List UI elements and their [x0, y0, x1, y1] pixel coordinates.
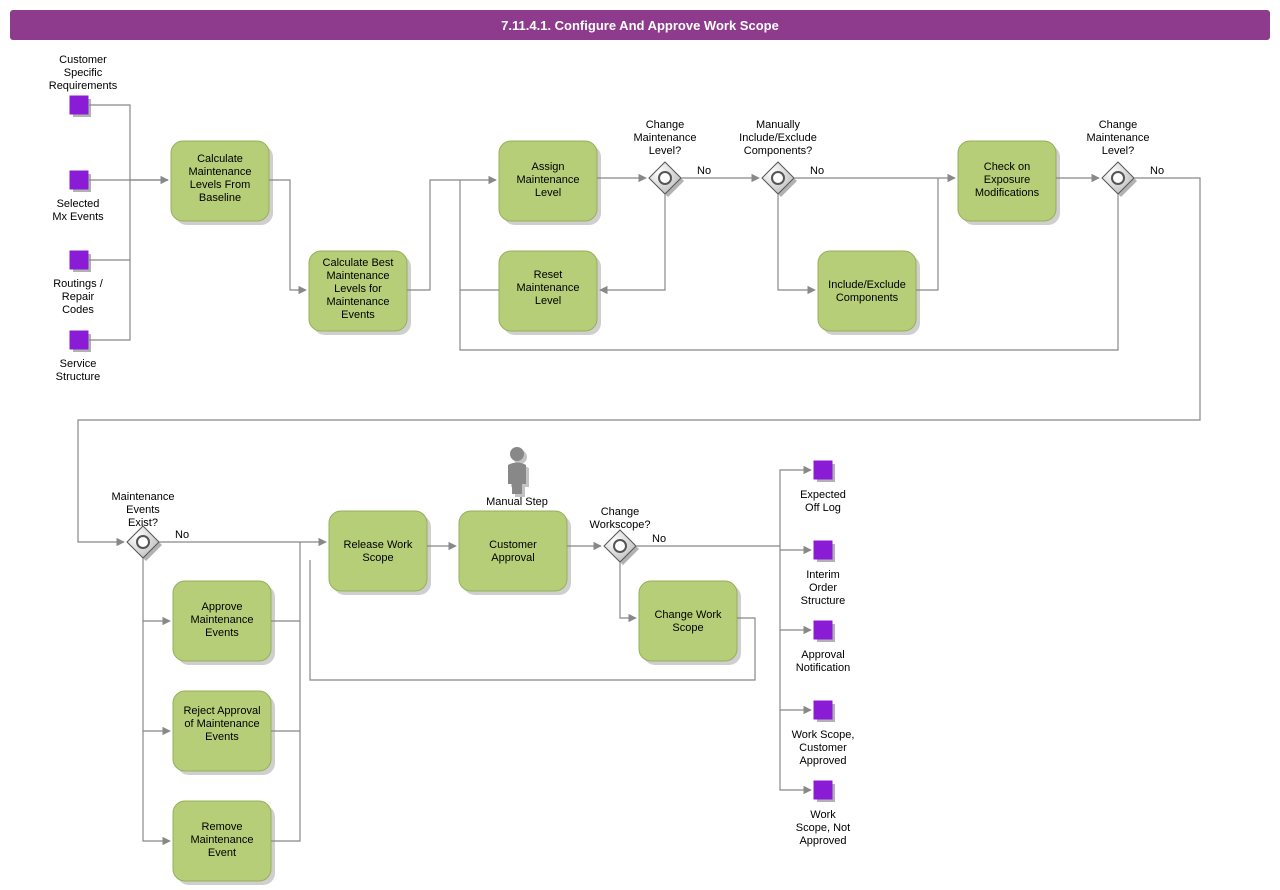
- input-selected-mx-label: SelectedMx Events: [52, 198, 104, 223]
- output-ws-notapproved-label: WorkScope, NotApproved: [796, 809, 850, 847]
- edge-gw1-no-label: No: [697, 165, 711, 177]
- task-inc-exc: [818, 251, 916, 331]
- gw-manual-incexc-label: ManuallyInclude/ExcludeComponents?: [739, 119, 817, 157]
- edge-calcbaseline-calcbest: [269, 180, 306, 290]
- gw-change-mx1: [649, 162, 684, 197]
- output-interim-order-label: InterimOrderStructure: [801, 569, 846, 607]
- person-icon: [508, 447, 529, 497]
- edge-gw3-to-mxexist: [78, 178, 1200, 542]
- edge-mxexist-remove: [143, 731, 170, 841]
- input-routings-port: [70, 251, 88, 269]
- task-check-exp-label: Check onExposureModifications: [975, 161, 1040, 199]
- task-change-ws: [639, 581, 737, 661]
- edge-out-interim: [780, 546, 811, 550]
- input-customer-req-label: CustomerSpecificRequirements: [49, 54, 118, 92]
- task-release-ws: [329, 511, 427, 591]
- task-cust-approval: [459, 511, 567, 591]
- output-approval-notif-port: [814, 621, 832, 639]
- gw-change-workscope: [604, 530, 639, 565]
- output-ws-approved-label: Work Scope,CustomerApproved: [792, 729, 855, 767]
- input-customer-req-port: [70, 96, 88, 114]
- edge-mxexist-reject: [143, 621, 170, 731]
- input-service-structure-label: ServiceStructure: [56, 358, 101, 383]
- output-interim-order-port: [814, 541, 832, 559]
- output-expected-offlog-port: [814, 461, 832, 479]
- edge-gw3-no-label: No: [1150, 165, 1164, 177]
- edge-mxexist-no-label: No: [175, 529, 189, 541]
- output-ws-notapproved-port: [814, 781, 832, 799]
- diagram-title: 7.11.4.1. Configure And Approve Work Sco…: [501, 18, 779, 33]
- edge-gwws-no-label: No: [652, 533, 666, 545]
- edge-calcbest-assign: [407, 180, 496, 290]
- edge-gw2-no-label: No: [810, 165, 824, 177]
- output-approval-notif-label: ApprovalNotification: [796, 649, 850, 674]
- manual-step-label: Manual Step: [486, 496, 548, 508]
- input-selected-mx-port: [70, 171, 88, 189]
- input-service-structure-port: [70, 331, 88, 349]
- task-inc-exc-label: Include/ExcludeComponents: [828, 279, 906, 304]
- gw-change-mx2-label: ChangeMaintenanceLevel?: [1087, 119, 1150, 157]
- edge-svcstruct-calcbaseline: [88, 260, 130, 340]
- edge-remove-merge: [271, 731, 300, 841]
- edge-custreq-calcbaseline: [88, 105, 168, 180]
- output-expected-offlog-label: ExpectedOff Log: [800, 489, 846, 514]
- bpmn-diagram: 7.11.4.1. Configure And Approve Work Sco…: [0, 0, 1280, 890]
- edge-reject-merge: [271, 621, 300, 731]
- gw-change-workscope-label: ChangeWorkscope?: [590, 506, 651, 531]
- edge-gwws-changews: [620, 562, 636, 618]
- gw-manual-incexc: [762, 162, 797, 197]
- output-ws-approved-port: [814, 701, 832, 719]
- gw-mx-events-exist-label: MaintenanceEventsExist?: [112, 491, 175, 529]
- edge-approve-merge: [271, 542, 300, 621]
- gw-change-mx1-label: ChangeMaintenanceLevel?: [634, 119, 697, 157]
- edge-gw1-reset: [600, 194, 665, 290]
- input-routings-label: Routings /RepairCodes: [53, 278, 103, 316]
- gw-mx-events-exist: [127, 526, 162, 561]
- edge-reset-to-assign: [460, 180, 499, 290]
- edge-out-approvalnotif: [780, 550, 811, 630]
- task-cust-approval-label: CustomerApproval: [489, 539, 537, 564]
- edge-mxexist-approve: [143, 558, 170, 621]
- edge-gw2-incexc: [778, 194, 815, 290]
- gw-change-mx2: [1102, 162, 1137, 197]
